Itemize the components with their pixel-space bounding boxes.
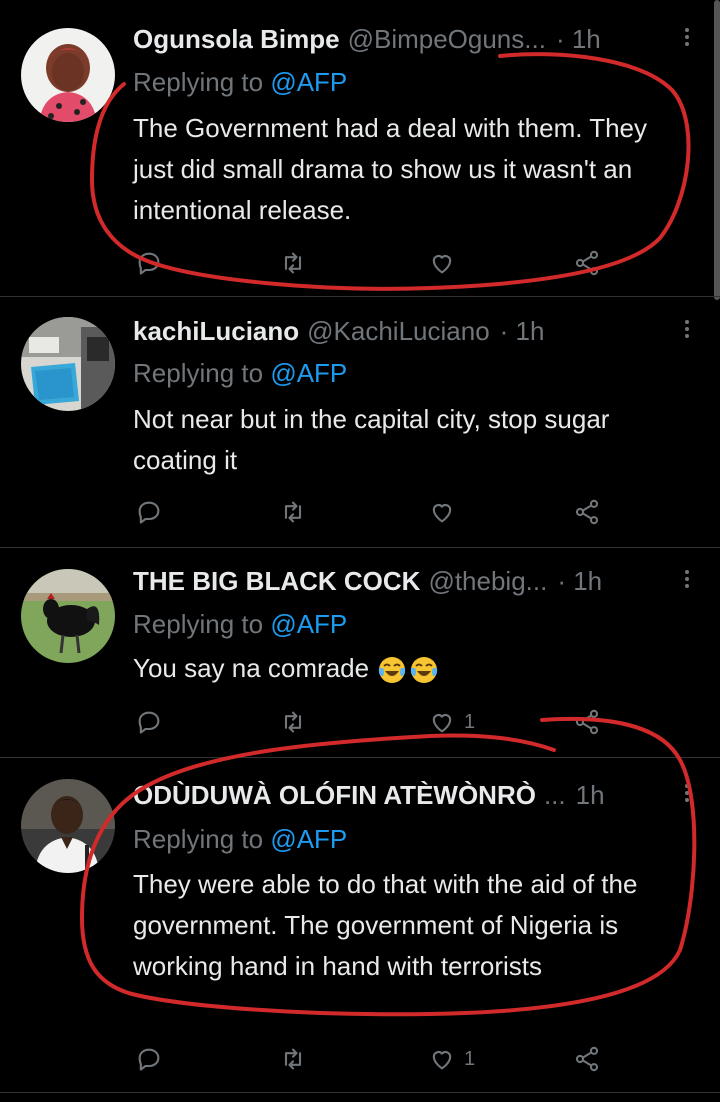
tweet-header: Ogunsola Bimpe @BimpeOguns... · 1h	[133, 22, 700, 56]
mention-link[interactable]: @AFP	[270, 609, 347, 639]
share-icon	[575, 709, 599, 735]
retweet-icon	[284, 501, 302, 523]
more-options-icon[interactable]	[682, 781, 692, 809]
replying-to-label: Replying to	[133, 824, 271, 854]
avatar-image	[21, 779, 115, 873]
like-count: 1	[464, 710, 476, 733]
more-options-icon[interactable]	[682, 567, 692, 595]
replying-to: Replying to @AFP	[133, 65, 347, 99]
tweet-header: THE BIG BLACK COCK @thebig... · 1h	[133, 564, 700, 598]
username[interactable]: @thebig...	[428, 564, 547, 598]
avatar[interactable]	[21, 569, 115, 663]
reply-icon	[138, 1048, 160, 1071]
face-with-tears-of-joy-emoji	[379, 657, 406, 684]
share-button[interactable]	[573, 495, 601, 529]
avatar[interactable]	[21, 779, 115, 873]
like-count: 1	[464, 1047, 476, 1070]
like-button[interactable]	[428, 246, 464, 280]
reply-feed: Ogunsola Bimpe @BimpeOguns... · 1h Reply…	[0, 0, 720, 1102]
tweet-actions	[133, 246, 613, 280]
reply-button[interactable]	[135, 1042, 163, 1076]
share-icon	[575, 499, 599, 525]
face-with-tears-of-joy-emoji	[411, 657, 438, 684]
retweet-icon	[284, 711, 302, 733]
heart-icon	[432, 1051, 452, 1070]
replying-to-label: Replying to	[133, 67, 271, 97]
reply-button[interactable]	[135, 495, 163, 529]
mention-link[interactable]: @AFP	[270, 67, 347, 97]
display-name[interactable]: THE BIG BLACK COCK	[133, 564, 420, 598]
retweet-icon	[284, 1048, 302, 1070]
share-button[interactable]	[573, 1042, 601, 1076]
tweet[interactable]: kachiLuciano @KachiLuciano · 1h Replying…	[0, 297, 720, 547]
divider	[0, 1092, 720, 1093]
replying-to: Replying to @AFP	[133, 607, 347, 641]
tweet-text: Not near but in the capital city, stop s…	[133, 404, 610, 475]
more-options-icon[interactable]	[682, 25, 692, 53]
timestamp[interactable]: 1h	[576, 778, 605, 812]
display-name[interactable]: kachiLuciano	[133, 314, 299, 348]
retweet-button[interactable]	[279, 246, 307, 280]
tweet[interactable]: ODÙDUWÀ OLÓFIN ATÈWÒNRÒ ... 1h Replying …	[0, 758, 720, 1088]
like-button[interactable]: 1	[428, 1042, 475, 1076]
tweet-actions: 1	[133, 1042, 613, 1076]
username[interactable]: @BimpeOguns...	[348, 22, 546, 56]
reply-button[interactable]	[135, 705, 163, 739]
replying-to-label: Replying to	[133, 609, 271, 639]
replying-to: Replying to @AFP	[133, 356, 347, 390]
avatar-image	[21, 317, 115, 411]
retweet-icon	[284, 252, 302, 274]
reply-icon	[138, 252, 160, 275]
reply-icon	[138, 501, 160, 524]
like-button[interactable]	[428, 495, 464, 529]
retweet-button[interactable]	[279, 1042, 307, 1076]
tweet-body: You say na comrade	[133, 648, 690, 689]
reply-button[interactable]	[135, 246, 163, 280]
avatar-image	[21, 569, 115, 663]
heart-icon	[432, 714, 452, 733]
replying-to-label: Replying to	[133, 358, 271, 388]
share-icon	[575, 1046, 599, 1072]
tweet-actions	[133, 495, 613, 529]
username[interactable]: ...	[544, 778, 566, 812]
timestamp[interactable]: · 1h	[557, 564, 602, 598]
tweet[interactable]: THE BIG BLACK COCK @thebig... · 1h Reply…	[0, 548, 720, 758]
tweet-header: ODÙDUWÀ OLÓFIN ATÈWÒNRÒ ... 1h	[133, 778, 700, 812]
share-icon	[575, 250, 599, 276]
display-name[interactable]: Ogunsola Bimpe	[133, 22, 340, 56]
retweet-button[interactable]	[279, 705, 307, 739]
heart-icon	[432, 255, 452, 274]
tweet[interactable]: Ogunsola Bimpe @BimpeOguns... · 1h Reply…	[0, 0, 720, 296]
retweet-button[interactable]	[279, 495, 307, 529]
share-button[interactable]	[573, 705, 601, 739]
avatar[interactable]	[21, 317, 115, 411]
reply-icon	[138, 711, 160, 734]
username[interactable]: @KachiLuciano	[307, 314, 490, 348]
mention-link[interactable]: @AFP	[270, 358, 347, 388]
display-name[interactable]: ODÙDUWÀ OLÓFIN ATÈWÒNRÒ	[133, 778, 536, 812]
tweet-text: They were able to do that with the aid o…	[133, 869, 638, 981]
more-options-icon[interactable]	[682, 317, 692, 345]
replying-to: Replying to @AFP	[133, 822, 347, 856]
tweet-actions: 1	[133, 705, 613, 739]
timestamp[interactable]: · 1h	[556, 22, 601, 56]
tweet-text: You say na comrade	[133, 653, 370, 683]
tweet-text: The Government had a deal with them. The…	[133, 113, 648, 225]
mention-link[interactable]: @AFP	[270, 824, 347, 854]
avatar[interactable]	[21, 28, 115, 122]
avatar-image	[21, 28, 115, 122]
timestamp[interactable]: · 1h	[500, 314, 545, 348]
heart-icon	[432, 504, 452, 523]
tweet-header: kachiLuciano @KachiLuciano · 1h	[133, 314, 700, 348]
share-button[interactable]	[573, 246, 601, 280]
like-button[interactable]: 1	[428, 705, 475, 739]
